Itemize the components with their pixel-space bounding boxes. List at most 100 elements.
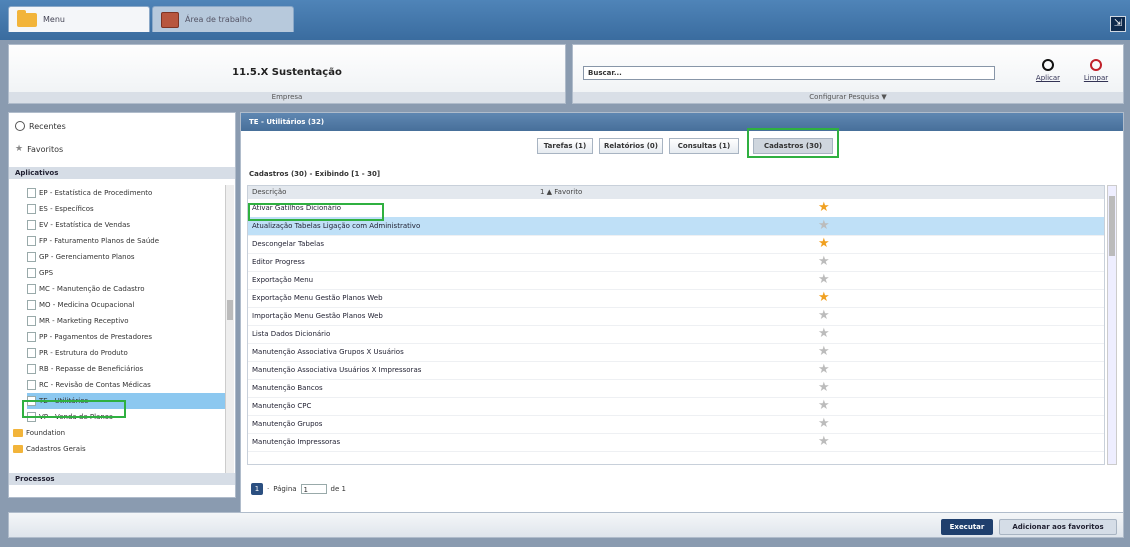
row-description: Manutenção Bancos: [252, 384, 323, 392]
document-icon: [27, 204, 36, 214]
table-row[interactable]: Atualização Tabelas Ligação com Administ…: [248, 217, 1104, 236]
sidebar-item[interactable]: GPS: [27, 265, 225, 281]
favorite-star-icon[interactable]: ★: [818, 307, 830, 325]
table-row[interactable]: Manutenção Associativa Usuários X Impres…: [248, 361, 1104, 380]
sidebar-item[interactable]: EP - Estatística de Procedimento: [27, 185, 225, 201]
tab-consultas[interactable]: Consultas (1): [669, 138, 739, 154]
pager: 1 · Página 1 de 1: [251, 483, 346, 495]
favorite-star-icon[interactable]: ★: [818, 253, 830, 271]
page-input[interactable]: 1: [300, 484, 327, 494]
favorite-star-icon[interactable]: ★: [818, 217, 830, 235]
table-row[interactable]: Importação Menu Gestão Planos Web ★: [248, 307, 1104, 326]
tab-menu[interactable]: Menu: [8, 6, 150, 32]
sidebar-item[interactable]: VP - Venda de Planos: [27, 409, 225, 425]
row-description: Lista Dados Dicionário: [252, 330, 331, 338]
favorite-star-icon[interactable]: ★: [818, 199, 830, 217]
table-row[interactable]: Lista Dados Dicionário ★: [248, 325, 1104, 344]
sidebar-item[interactable]: RC - Revisão de Contas Médicas: [27, 377, 225, 393]
sidebar-item[interactable]: Foundation: [13, 425, 211, 441]
collapse-icon[interactable]: ⇲: [1110, 16, 1126, 32]
scroll-thumb[interactable]: [227, 300, 233, 320]
document-icon: [27, 268, 36, 278]
footer-bar: Executar Adicionar aos favoritos: [8, 512, 1124, 538]
row-description: Exportação Menu Gestão Planos Web: [252, 294, 383, 302]
favorite-star-icon[interactable]: ★: [818, 361, 830, 379]
sidebar-recent[interactable]: Recentes: [15, 121, 66, 131]
table-row[interactable]: Manutenção Grupos ★: [248, 415, 1104, 434]
table-row[interactable]: Manutenção Associativa Grupos X Usuários…: [248, 343, 1104, 362]
sidebar-item-label: GP - Gerenciamento Planos: [39, 253, 135, 261]
favorite-star-icon[interactable]: ★: [818, 397, 830, 415]
sidebar-scrollbar[interactable]: [225, 185, 234, 473]
table-row[interactable]: Manutenção Bancos ★: [248, 379, 1104, 398]
sidebar-favorites[interactable]: ★ Favoritos: [15, 144, 63, 154]
sidebar-item-label: Cadastros Gerais: [26, 445, 86, 453]
favorite-star-icon[interactable]: ★: [818, 379, 830, 397]
desktop-icon: [161, 11, 179, 28]
tab-workspace[interactable]: Área de trabalho: [152, 6, 294, 32]
sidebar-item[interactable]: Cadastros Gerais: [13, 441, 211, 457]
sidebar-item-label: PP - Pagamentos de Prestadores: [39, 333, 152, 341]
table-row[interactable]: Manutenção CPC ★: [248, 397, 1104, 416]
sidebar-item[interactable]: MC - Manutenção de Cadastro: [27, 281, 225, 297]
favorite-star-icon[interactable]: ★: [818, 415, 830, 433]
processes-header[interactable]: Processos: [9, 473, 235, 485]
sidebar-item[interactable]: FP - Faturamento Planos de Saúde: [27, 233, 225, 249]
column-favorite[interactable]: 1 ▲ Favorito: [540, 186, 582, 199]
sidebar-item[interactable]: EV - Estatística de Vendas: [27, 217, 225, 233]
favorite-star-icon[interactable]: ★: [818, 343, 830, 361]
sidebar-item[interactable]: ES - Específicos: [27, 201, 225, 217]
recent-label: Recentes: [29, 121, 66, 131]
sidebar-item-label: MO - Medicina Ocupacional: [39, 301, 135, 309]
document-icon: [27, 412, 36, 422]
favorite-star-icon[interactable]: ★: [818, 433, 830, 451]
column-description[interactable]: Descrição: [252, 186, 286, 199]
apps-header[interactable]: Aplicativos: [9, 167, 235, 179]
execute-button[interactable]: Executar: [941, 519, 993, 535]
search-input[interactable]: Buscar...: [583, 66, 995, 80]
apply-button[interactable]: Aplicar: [1035, 59, 1061, 82]
favorite-star-icon[interactable]: ★: [818, 271, 830, 289]
top-tab-bar: Menu Área de trabalho ⇲: [0, 0, 1130, 40]
list-header: Cadastros (30) - Exibindo [1 - 30]: [249, 170, 381, 178]
configure-search-button[interactable]: Configurar Pesquisa ▼: [573, 92, 1123, 103]
clear-button[interactable]: Limpar: [1083, 59, 1109, 82]
tab-cadastros[interactable]: Cadastros (30): [753, 138, 833, 154]
clear-label: Limpar: [1083, 74, 1109, 82]
folder-icon: [13, 429, 23, 437]
favorite-star-icon[interactable]: ★: [818, 289, 830, 307]
row-description: Ativar Gatilhos Dicionário: [252, 204, 342, 212]
page-number-button[interactable]: 1: [251, 483, 263, 495]
tab-tarefas[interactable]: Tarefas (1): [537, 138, 593, 154]
table-row[interactable]: Exportação Menu Gestão Planos Web ★: [248, 289, 1104, 308]
scroll-thumb[interactable]: [1109, 196, 1115, 256]
apply-label: Aplicar: [1035, 74, 1061, 82]
favorite-star-icon[interactable]: ★: [818, 325, 830, 343]
table-scrollbar[interactable]: [1107, 185, 1117, 465]
company-label: Empresa: [9, 92, 565, 103]
tab-menu-label: Menu: [43, 15, 65, 24]
sidebar-item[interactable]: MO - Medicina Ocupacional: [27, 297, 225, 313]
sidebar-item-label: RB - Repasse de Beneficiários: [39, 365, 144, 373]
tab-relatorios[interactable]: Relatórios (0): [599, 138, 663, 154]
table-row[interactable]: Exportação Menu ★: [248, 271, 1104, 290]
sidebar-item[interactable]: PP - Pagamentos de Prestadores: [27, 329, 225, 345]
table-row[interactable]: Descongelar Tabelas ★: [248, 235, 1104, 254]
sidebar-item[interactable]: GP - Gerenciamento Planos: [27, 249, 225, 265]
sidebar-item[interactable]: TE - Utilitários: [27, 393, 225, 409]
document-icon: [27, 348, 36, 358]
company-name[interactable]: 11.5.X Sustentação: [9, 67, 565, 78]
table-row[interactable]: Manutenção Impressoras ★: [248, 433, 1104, 452]
favorite-star-icon[interactable]: ★: [818, 235, 830, 253]
main-panel: TE - Utilitários (32) Tarefas (1) Relató…: [240, 112, 1124, 516]
document-icon: [27, 332, 36, 342]
row-description: Descongelar Tabelas: [252, 240, 325, 248]
sidebar-item[interactable]: PR - Estrutura do Produto: [27, 345, 225, 361]
add-to-favorites-button[interactable]: Adicionar aos favoritos: [999, 519, 1117, 535]
sidebar-item-label: TE - Utilitários: [39, 397, 89, 405]
table-row[interactable]: Editor Progress ★: [248, 253, 1104, 272]
document-icon: [27, 364, 36, 374]
sidebar-item[interactable]: RB - Repasse de Beneficiários: [27, 361, 225, 377]
table-row[interactable]: Ativar Gatilhos Dicionário ★: [248, 199, 1104, 218]
sidebar-item[interactable]: MR - Marketing Receptivo: [27, 313, 225, 329]
